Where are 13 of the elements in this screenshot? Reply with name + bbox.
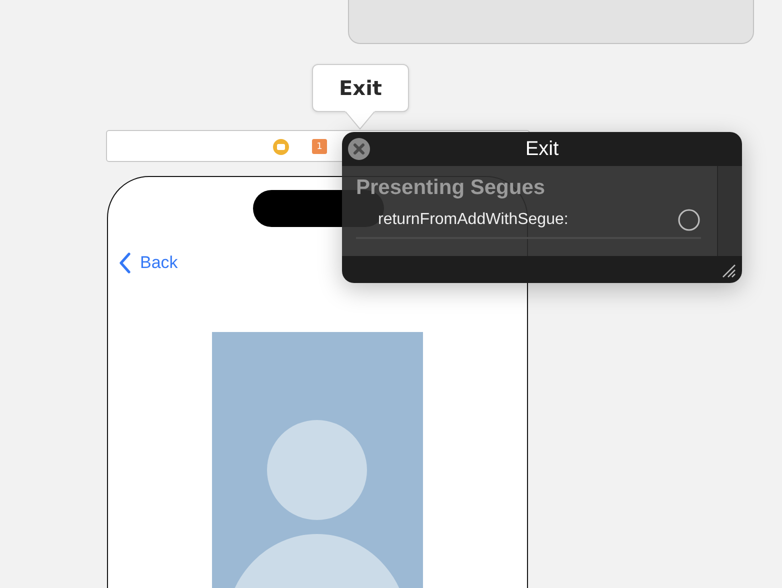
back-button[interactable]: Back xyxy=(118,252,178,274)
resize-grip-icon[interactable] xyxy=(720,262,736,278)
section-header: Presenting Segues xyxy=(356,176,546,200)
circle-icon xyxy=(677,208,701,232)
close-button[interactable] xyxy=(348,138,370,160)
tooltip-text: Exit xyxy=(339,76,382,100)
close-icon xyxy=(353,143,365,155)
popover-title: Exit xyxy=(525,138,559,160)
action-row[interactable]: returnFromAddWithSegue: xyxy=(356,208,701,239)
scrollbar[interactable] xyxy=(717,166,742,256)
chevron-left-icon xyxy=(118,252,132,274)
avatar-placeholder-icon xyxy=(212,332,423,588)
first-responder-icon[interactable]: 1 xyxy=(312,139,327,154)
